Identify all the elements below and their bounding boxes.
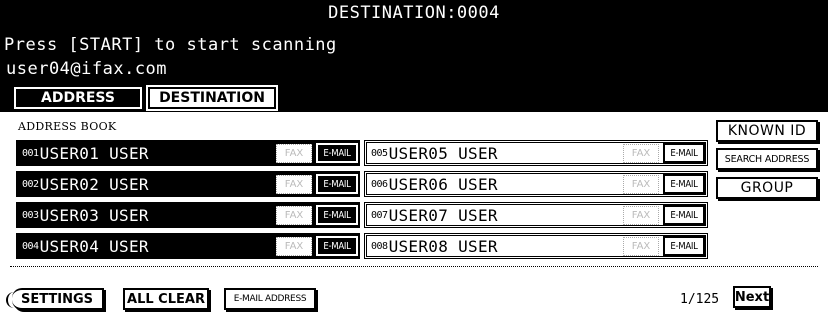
entry-number: 002	[22, 178, 39, 190]
address-entry-6[interactable]: 006 USER06 USER FAX E-MAIL	[364, 171, 708, 197]
entry-number: 005	[371, 147, 388, 159]
address-entry-2[interactable]: 002 USER02 USER FAX E-MAIL	[16, 171, 360, 197]
recipient-address: user04@ifax.com	[6, 59, 168, 79]
address-entry-7[interactable]: 007 USER07 USER FAX E-MAIL	[364, 202, 708, 228]
all-clear-button[interactable]: ALL CLEAR	[123, 288, 209, 310]
entry-name: USER04 USER	[39, 236, 149, 256]
fax-button: FAX	[276, 174, 312, 194]
known-id-button[interactable]: KNOWN ID	[716, 120, 818, 142]
fax-button: FAX	[623, 174, 659, 194]
entry-name: USER07 USER	[388, 205, 498, 225]
instruction-text: Press [START] to start scanning	[4, 35, 337, 55]
entry-number: 006	[371, 178, 388, 190]
next-button[interactable]: Next	[733, 286, 771, 308]
email-button[interactable]: E-MAIL	[663, 236, 705, 256]
address-entry-1[interactable]: 001 USER01 USER FAX E-MAIL	[16, 140, 360, 166]
fax-button: FAX	[276, 205, 312, 225]
tab-address[interactable]: ADDRESS	[13, 86, 143, 110]
search-address-button[interactable]: SEARCH ADDRESS	[716, 148, 818, 170]
fax-button: FAX	[276, 236, 312, 256]
entry-number: 003	[22, 209, 39, 221]
email-button[interactable]: E-MAIL	[663, 205, 705, 225]
email-button[interactable]: E-MAIL	[663, 143, 705, 163]
email-button[interactable]: E-MAIL	[315, 142, 359, 164]
email-button[interactable]: E-MAIL	[663, 174, 705, 194]
group-button[interactable]: GROUP	[716, 177, 818, 199]
status-header: DESTINATION:0004 Press [START] to start …	[0, 0, 828, 82]
address-entry-5[interactable]: 005 USER05 USER FAX E-MAIL	[364, 140, 708, 166]
destination-count: DESTINATION:0004	[328, 3, 500, 23]
entry-number: 008	[371, 240, 388, 252]
address-entry-8[interactable]: 008 USER08 USER FAX E-MAIL	[364, 233, 708, 259]
address-book-label: ADDRESS BOOK	[18, 120, 117, 133]
address-entry-4[interactable]: 004 USER04 USER FAX E-MAIL	[16, 233, 360, 259]
entry-name: USER05 USER	[388, 143, 498, 163]
address-entry-3[interactable]: 003 USER03 USER FAX E-MAIL	[16, 202, 360, 228]
settings-button[interactable]: SETTINGS	[6, 288, 104, 310]
fax-button: FAX	[623, 143, 659, 163]
entry-number: 004	[22, 240, 39, 252]
email-button[interactable]: E-MAIL	[315, 173, 359, 195]
tab-destination[interactable]: DESTINATION	[146, 85, 278, 111]
email-button[interactable]: E-MAIL	[315, 235, 359, 257]
entry-number: 007	[371, 209, 388, 221]
address-book-panel: ADDRESS BOOK 001 USER01 USER FAX E-MAIL …	[0, 112, 828, 312]
fax-button: FAX	[623, 205, 659, 225]
entry-name: USER06 USER	[388, 174, 498, 194]
email-address-button[interactable]: E-MAIL ADDRESS	[224, 288, 316, 310]
fax-button: FAX	[623, 236, 659, 256]
page-indicator: 1/125	[680, 292, 720, 307]
entry-name: USER08 USER	[388, 236, 498, 256]
email-button[interactable]: E-MAIL	[315, 204, 359, 226]
divider	[10, 266, 818, 267]
entry-number: 001	[22, 147, 39, 159]
fax-button: FAX	[276, 143, 312, 163]
entry-name: USER01 USER	[39, 143, 149, 163]
entry-name: USER03 USER	[39, 205, 149, 225]
entry-name: USER02 USER	[39, 174, 149, 194]
